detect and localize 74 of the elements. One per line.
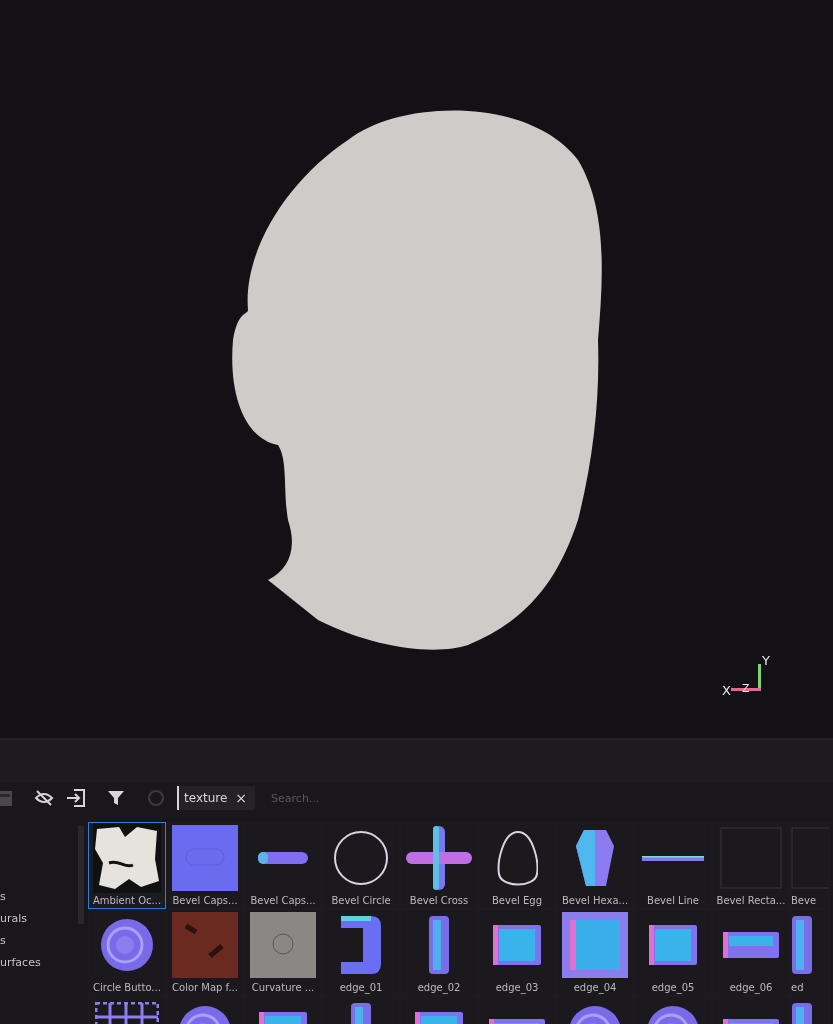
asset-tile[interactable]: Bevel Cross [400,822,478,909]
asset-name: Bevel Caps... [250,895,316,907]
asset-name: edge_03 [495,982,539,994]
asset-tile[interactable]: Bevel Recta... [712,822,790,909]
panel-thumbnail [561,911,629,979]
asset-tile[interactable]: Bevel Hexa... [556,822,634,909]
asset-name: Bevel Recta... [716,895,786,907]
asset-tile[interactable]: edge_01 [322,909,400,996]
asset-tile[interactable]: edge_05 [634,909,712,996]
asset-name: Bevel Circle [331,895,391,907]
asset-name: Bevel Cross [409,895,469,907]
panel-thumbnail [648,924,698,966]
asset-tile[interactable]: edge_04 [556,909,634,996]
asset-name: Beve [791,895,817,907]
texture-thumbnail [249,911,317,979]
egg-thumbnail [496,830,538,886]
asset-name: Circle Butto... [93,982,161,994]
panel-thumbnail [722,931,780,959]
gem-thumbnail [575,829,615,887]
axis-label: Z [742,682,750,695]
asset-name: Bevel Line [647,895,699,907]
asset-name: Ambient Oc... [92,895,162,907]
filter-icon[interactable] [107,788,125,808]
asset-tile[interactable]: edge_02 [400,909,478,996]
asset-tile[interactable]: Beve [790,822,830,909]
cross-thumbnail [405,825,473,891]
asset-tile[interactable]: Bevel Caps... [166,822,244,909]
sidebar-item[interactable]: urfaces [0,954,78,971]
asset-tile[interactable]: Bevel Line [634,822,712,909]
bar-thumbnail [428,915,450,975]
asset-tile[interactable]: Circle Butto... [88,909,166,996]
axis-label: Y [762,654,770,667]
sidebar-item[interactable]: s [0,888,78,905]
asset-tile[interactable]: Curvature ... [244,909,322,996]
close-button[interactable]: × [235,790,248,806]
asset-tile[interactable]: Bevel Egg [478,822,556,909]
asset-name: Bevel Hexa... [561,895,629,907]
bracket-thumbnail [340,915,382,975]
y-axis-line [758,664,762,690]
ring-thumbnail [334,831,388,885]
texture-thumbnail [92,823,162,893]
disc-thumbnail [100,918,154,972]
asset-name: Curvature ... [251,982,315,994]
panel-thumbnail [492,924,542,966]
tag-label: texture [184,791,228,805]
asset-tile[interactable]: edge_03 [478,909,556,996]
square-thumbnail [171,824,239,892]
sidebar-item[interactable]: urals [0,910,78,927]
asset-name: edge_04 [573,982,617,994]
axis-label: X [722,684,731,697]
asset-name: Bevel Caps... [172,895,238,907]
asset-name: Color Map f... [172,982,238,994]
export-icon[interactable] [66,788,86,808]
capsule-thumbnail [257,851,309,865]
asset-name: edge_06 [729,982,773,994]
asset-tile[interactable]: ed [790,909,830,996]
asset-name: edge_05 [651,982,695,994]
line-thumbnail [641,854,705,862]
asset-tile[interactable]: Bevel Caps... [244,822,322,909]
asset-name: edge_02 [417,982,461,994]
filter-tag[interactable]: texture × [177,786,256,810]
asset-tile[interactable]: Color Map f... [166,909,244,996]
asset-name: edge_01 [339,982,383,994]
asset-name: Bevel Egg [491,895,543,907]
eye-slash-icon[interactable] [34,788,54,808]
texture-thumbnail [171,911,239,979]
asset-tile[interactable]: Bevel Circle [322,822,400,909]
asset-tile[interactable]: edge_06 [712,909,790,996]
square-thumbnail [720,827,782,889]
bar-thumbnail [791,915,813,975]
asset-name: ed [791,982,804,994]
asset-tile[interactable]: Ambient Oc... [88,822,166,909]
search-field[interactable]: Search... [269,790,394,806]
sidebar-item[interactable]: s [0,932,78,949]
